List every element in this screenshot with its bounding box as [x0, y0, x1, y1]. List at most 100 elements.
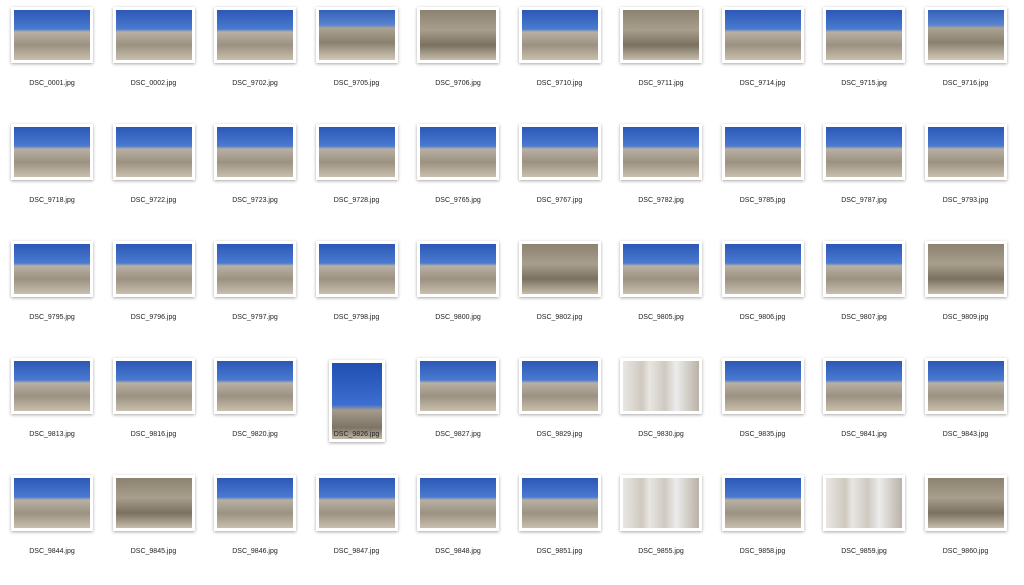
file-item[interactable]: DSC_9793.jpg	[916, 117, 1016, 234]
image-thumbnail[interactable]	[214, 358, 296, 414]
image-thumbnail[interactable]	[113, 241, 195, 297]
file-item[interactable]: DSC_9767.jpg	[510, 117, 610, 234]
thumbnail-frame[interactable]	[510, 468, 610, 538]
image-thumbnail[interactable]	[417, 241, 499, 297]
file-item[interactable]: DSC_9798.jpg	[307, 234, 407, 351]
thumbnail-frame[interactable]	[814, 468, 914, 538]
thumbnail-frame[interactable]	[916, 0, 1016, 70]
image-thumbnail[interactable]	[113, 475, 195, 531]
file-item[interactable]: DSC_9843.jpg	[916, 351, 1016, 468]
thumbnail-frame[interactable]	[916, 351, 1016, 421]
image-thumbnail[interactable]	[823, 124, 905, 180]
file-item[interactable]: DSC_9859.jpg	[814, 468, 914, 585]
file-item[interactable]: DSC_9851.jpg	[510, 468, 610, 585]
thumbnail-frame[interactable]	[510, 0, 610, 70]
image-thumbnail[interactable]	[925, 475, 1007, 531]
image-thumbnail[interactable]	[722, 475, 804, 531]
image-thumbnail[interactable]	[519, 475, 601, 531]
file-item[interactable]: DSC_9795.jpg	[2, 234, 102, 351]
file-item[interactable]: DSC_0002.jpg	[104, 0, 204, 117]
file-item[interactable]: DSC_9765.jpg	[408, 117, 508, 234]
thumbnail-frame[interactable]	[205, 0, 305, 70]
thumbnail-frame[interactable]	[408, 0, 508, 70]
file-item[interactable]: DSC_9860.jpg	[916, 468, 1016, 585]
thumbnail-frame[interactable]	[2, 0, 102, 70]
thumbnail-frame[interactable]	[611, 0, 711, 70]
image-thumbnail[interactable]	[620, 241, 702, 297]
thumbnail-frame[interactable]	[205, 117, 305, 187]
image-thumbnail[interactable]	[214, 475, 296, 531]
image-thumbnail[interactable]	[823, 358, 905, 414]
image-thumbnail[interactable]	[519, 124, 601, 180]
file-name-label[interactable]: DSC_9793.jpg	[906, 197, 1024, 204]
image-thumbnail[interactable]	[925, 124, 1007, 180]
image-thumbnail[interactable]	[329, 360, 385, 442]
thumbnail-frame[interactable]	[510, 351, 610, 421]
image-thumbnail[interactable]	[925, 7, 1007, 63]
file-item[interactable]: DSC_9711.jpg	[611, 0, 711, 117]
file-item[interactable]: DSC_9806.jpg	[713, 234, 813, 351]
image-thumbnail[interactable]	[620, 124, 702, 180]
thumbnail-frame[interactable]	[916, 468, 1016, 538]
thumbnail-frame[interactable]	[408, 351, 508, 421]
thumbnail-frame[interactable]	[205, 351, 305, 421]
file-item[interactable]: DSC_9706.jpg	[408, 0, 508, 117]
file-item[interactable]: DSC_9705.jpg	[307, 0, 407, 117]
file-name-label[interactable]: DSC_9716.jpg	[906, 80, 1024, 87]
file-item[interactable]: DSC_9796.jpg	[104, 234, 204, 351]
image-thumbnail[interactable]	[316, 241, 398, 297]
file-item[interactable]: DSC_9802.jpg	[510, 234, 610, 351]
file-item[interactable]: DSC_9800.jpg	[408, 234, 508, 351]
thumbnail-frame[interactable]	[713, 351, 813, 421]
thumbnail-frame[interactable]	[713, 468, 813, 538]
file-item[interactable]: DSC_9714.jpg	[713, 0, 813, 117]
thumbnail-frame[interactable]	[713, 0, 813, 70]
image-thumbnail[interactable]	[11, 7, 93, 63]
file-item[interactable]: DSC_9710.jpg	[510, 0, 610, 117]
image-thumbnail[interactable]	[519, 7, 601, 63]
thumbnail-frame[interactable]	[2, 468, 102, 538]
image-thumbnail[interactable]	[722, 124, 804, 180]
image-thumbnail[interactable]	[519, 358, 601, 414]
image-thumbnail[interactable]	[11, 475, 93, 531]
thumbnail-frame[interactable]	[307, 0, 407, 70]
image-thumbnail[interactable]	[417, 358, 499, 414]
image-thumbnail[interactable]	[722, 358, 804, 414]
image-thumbnail[interactable]	[316, 7, 398, 63]
image-thumbnail[interactable]	[722, 241, 804, 297]
file-item[interactable]: DSC_9785.jpg	[713, 117, 813, 234]
file-item[interactable]: DSC_9829.jpg	[510, 351, 610, 468]
file-name-label[interactable]: DSC_9809.jpg	[906, 314, 1024, 321]
thumbnail-frame[interactable]	[104, 468, 204, 538]
thumbnail-frame[interactable]	[2, 351, 102, 421]
file-item[interactable]: DSC_9841.jpg	[814, 351, 914, 468]
file-item[interactable]: DSC_9722.jpg	[104, 117, 204, 234]
file-item[interactable]: DSC_9830.jpg	[611, 351, 711, 468]
file-item[interactable]: DSC_9723.jpg	[205, 117, 305, 234]
thumbnail-frame[interactable]	[814, 234, 914, 304]
thumbnail-frame[interactable]	[611, 351, 711, 421]
file-item[interactable]: DSC_9858.jpg	[713, 468, 813, 585]
thumbnail-frame[interactable]	[814, 117, 914, 187]
image-thumbnail[interactable]	[316, 124, 398, 180]
image-thumbnail[interactable]	[11, 358, 93, 414]
file-item[interactable]: DSC_9844.jpg	[2, 468, 102, 585]
image-thumbnail[interactable]	[417, 7, 499, 63]
image-thumbnail[interactable]	[11, 241, 93, 297]
file-item[interactable]: DSC_9716.jpg	[916, 0, 1016, 117]
thumbnail-frame[interactable]	[713, 117, 813, 187]
file-item[interactable]: DSC_9835.jpg	[713, 351, 813, 468]
thumbnail-frame[interactable]	[713, 234, 813, 304]
image-thumbnail[interactable]	[823, 241, 905, 297]
image-thumbnail[interactable]	[925, 358, 1007, 414]
image-thumbnail[interactable]	[722, 7, 804, 63]
file-item[interactable]: DSC_9797.jpg	[205, 234, 305, 351]
image-thumbnail[interactable]	[519, 241, 601, 297]
file-item[interactable]: DSC_9855.jpg	[611, 468, 711, 585]
thumbnail-frame[interactable]	[510, 234, 610, 304]
thumbnail-frame[interactable]	[205, 468, 305, 538]
image-thumbnail[interactable]	[823, 475, 905, 531]
thumbnail-frame[interactable]	[916, 234, 1016, 304]
thumbnail-frame[interactable]	[510, 117, 610, 187]
image-thumbnail[interactable]	[214, 124, 296, 180]
